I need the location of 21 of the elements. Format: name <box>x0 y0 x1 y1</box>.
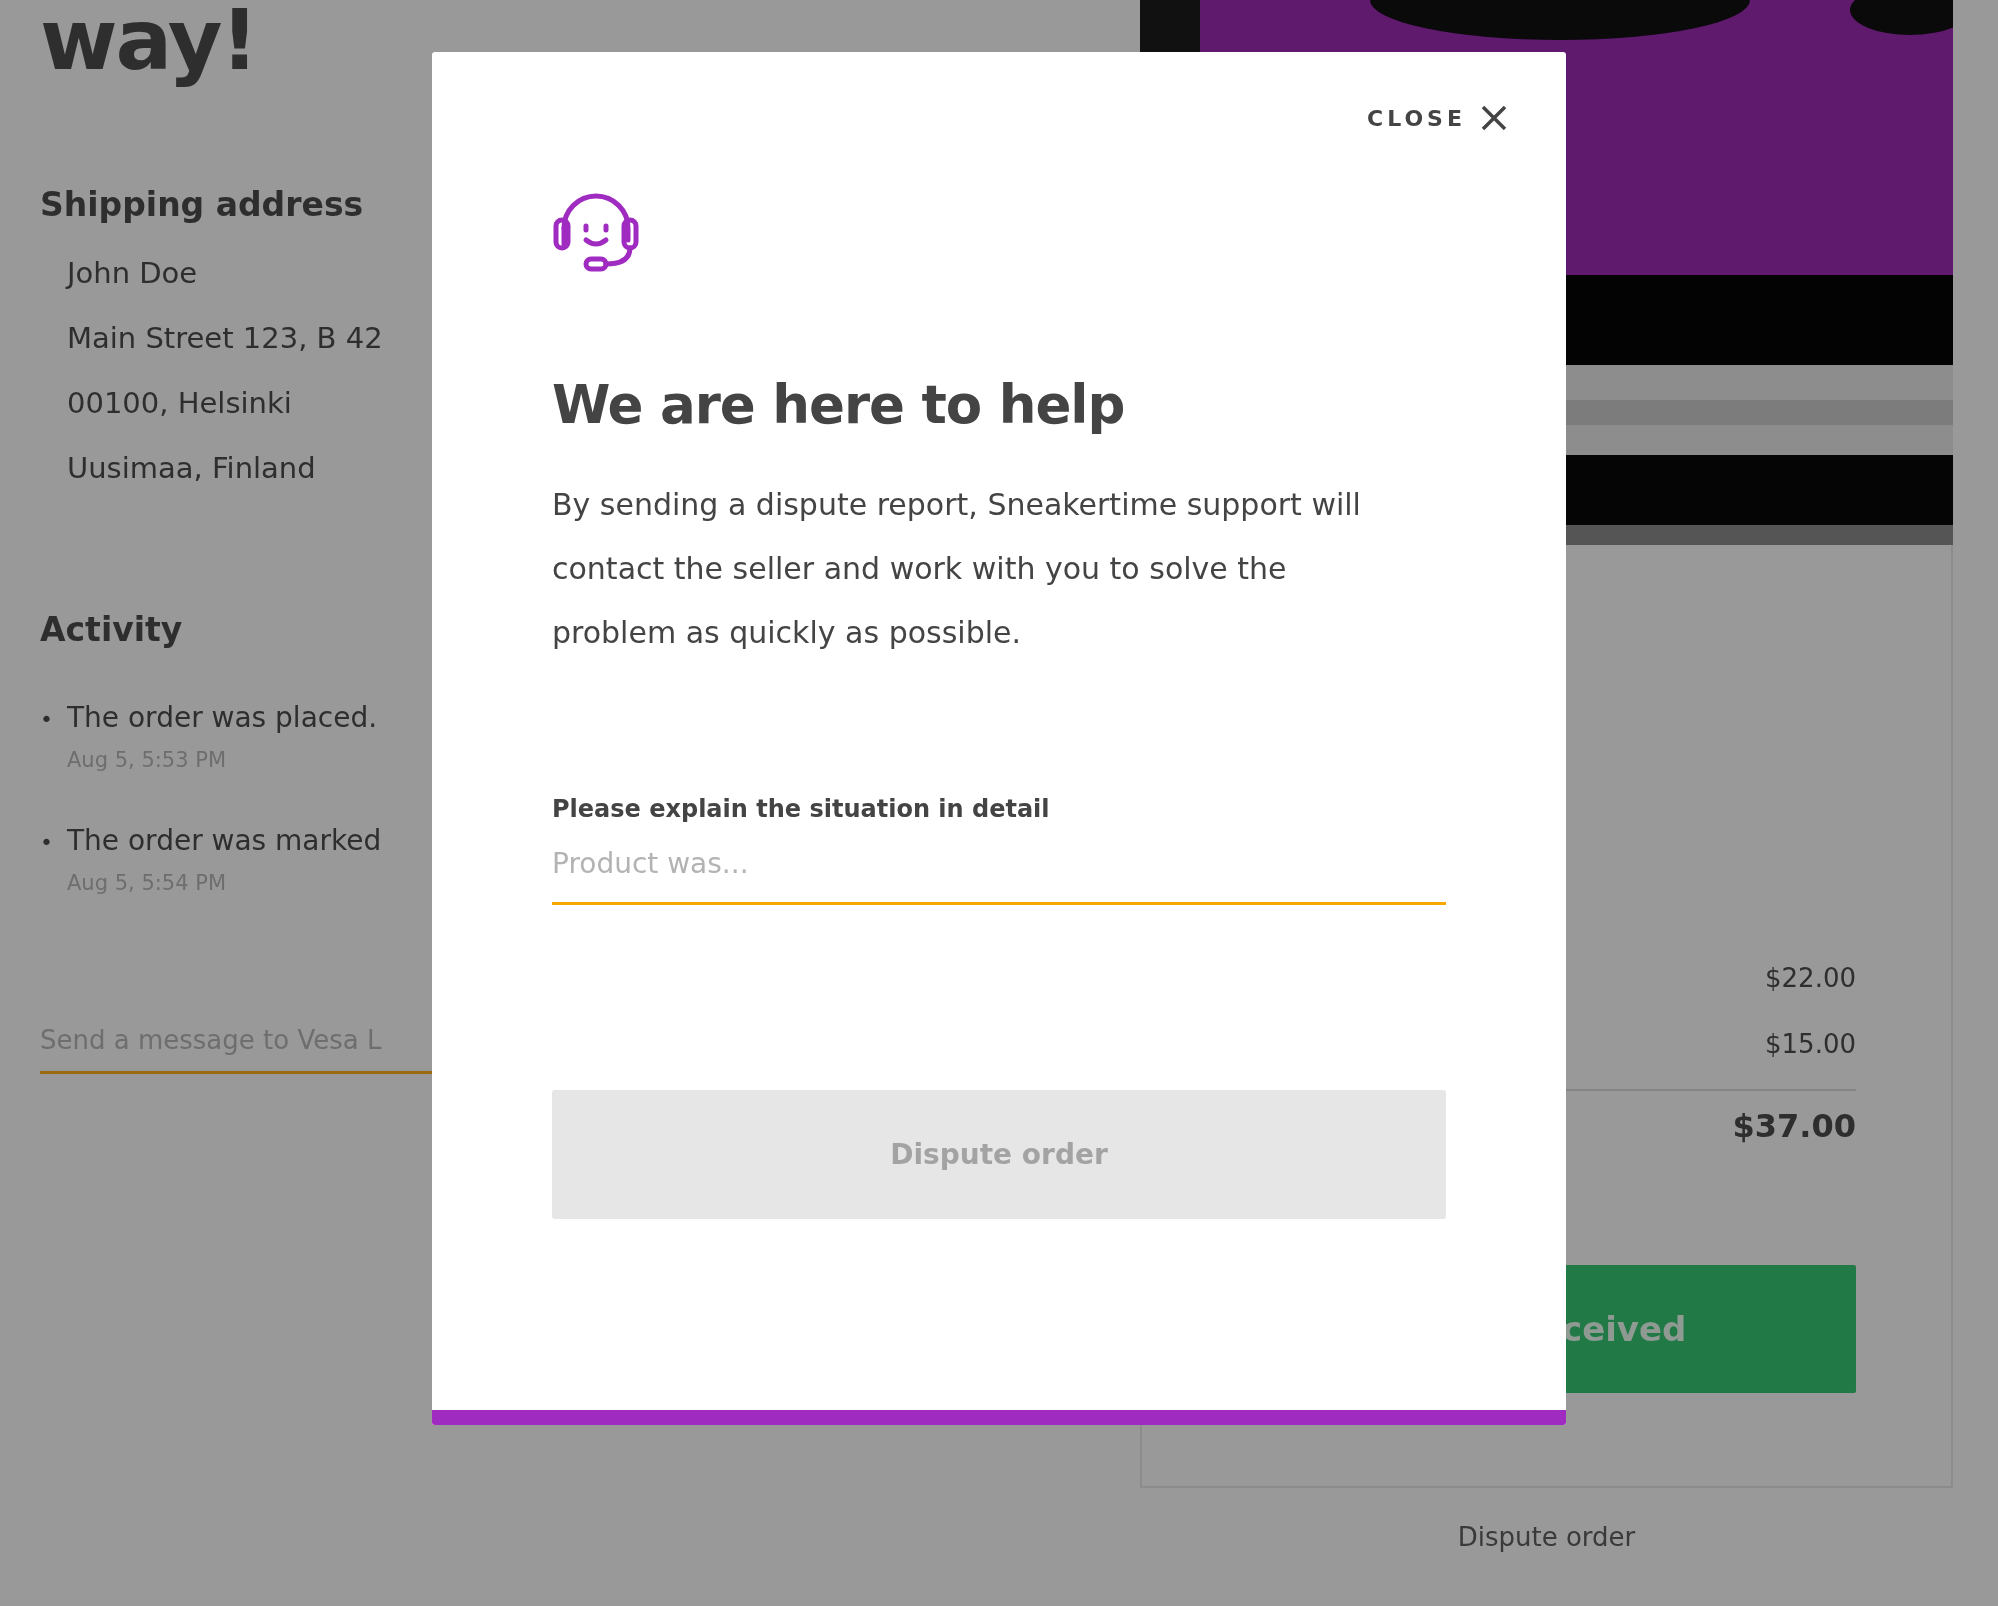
price-text: $15.00 <box>1765 1029 1856 1059</box>
bullet-icon: • <box>40 706 55 732</box>
address-line: Uusimaa, Finland <box>67 451 317 484</box>
address-line: John Doe <box>67 256 199 289</box>
section-heading: Shipping address <box>40 184 365 224</box>
close-button[interactable]: CLOSE <box>1367 104 1508 132</box>
explanation-field[interactable]: Product was... <box>552 847 1446 905</box>
field-label: Please explain the situation in detail <box>552 795 1051 823</box>
close-icon <box>1480 104 1508 132</box>
section-heading: Activity <box>40 609 184 649</box>
page-heading: way! <box>40 0 257 89</box>
bullet-icon: • <box>40 829 55 855</box>
total-price: $37.00 <box>1732 1107 1856 1145</box>
address-line: 00100, Helsinki <box>67 386 293 419</box>
price-text: $22.00 <box>1765 963 1856 993</box>
dialog-title: We are here to help <box>552 374 1126 435</box>
activity-text: The order was marked <box>67 823 382 857</box>
activity-text: The order was placed. <box>67 700 378 734</box>
address-line: Main Street 123, B 42 <box>67 321 384 354</box>
dialog-description: By sending a dispute report, Sneakertime support will contact the seller and work with you to solve the problem as quickly as possible. <box>552 486 1362 652</box>
dispute-link[interactable]: Dispute order <box>1457 1522 1636 1552</box>
